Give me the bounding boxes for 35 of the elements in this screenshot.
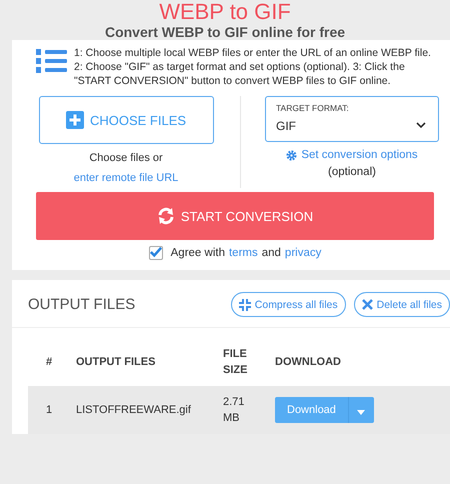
column-header: OUTPUT FILES — [70, 338, 217, 386]
caret-down-icon — [357, 410, 366, 414]
section-title: OUTPUT FILES — [28, 296, 136, 313]
numbered-list-icon — [36, 48, 68, 74]
table-cell: LISTOFFREEWARE.gif — [70, 386, 217, 434]
page-title: WEBP to GIF — [158, 0, 292, 24]
column-header: # — [28, 338, 70, 386]
choose-files-button[interactable]: CHOOSE FILES — [38, 96, 214, 144]
compress-icon — [238, 298, 251, 310]
choose-hint: Choose files or enter remote file URL — [36, 148, 216, 188]
optional-hint: (optional) — [328, 166, 376, 178]
download-button[interactable]: Download — [275, 397, 348, 423]
table-cell: 1 — [28, 386, 70, 434]
target-format-select[interactable]: TARGET FORMAT: GIF — [265, 96, 439, 142]
table-cell: 2.71 MB — [217, 386, 269, 434]
agree-checkbox[interactable] — [148, 246, 163, 260]
refresh-icon — [156, 207, 175, 225]
chevron-down-icon — [416, 122, 426, 128]
page-subtitle: Convert WEBP to GIF online for free — [104, 24, 346, 40]
compress-all-button[interactable]: Compress all files — [230, 292, 346, 317]
terms-link[interactable]: terms — [228, 247, 258, 259]
dropdown-caret-button[interactable] — [348, 397, 374, 423]
conversion-options-link[interactable]: Set conversion options — [286, 149, 418, 161]
column-header: FILE SIZE — [217, 338, 269, 386]
close-icon — [362, 299, 373, 310]
plus-icon — [66, 111, 84, 129]
gear-icon — [286, 150, 298, 160]
agree-text: Agree with — [170, 247, 225, 259]
start-conversion-button[interactable]: START CONVERSION — [36, 192, 434, 240]
agree-text: and — [262, 247, 281, 259]
instructions-text: 1: Choose multiple local WEBP files or enter the URL of an online WEBP file. 2: Choose "GIF" as target format and set options (optional). 3: Click the "START CONVERSION" button to convert WEBP files to GIF online. — [74, 46, 432, 88]
privacy-link[interactable]: privacy — [284, 247, 322, 259]
delete-all-button[interactable]: Delete all files — [354, 292, 450, 317]
column-header: DOWNLOAD — [269, 338, 450, 386]
remote-url-link[interactable]: enter remote file URL — [74, 168, 178, 188]
